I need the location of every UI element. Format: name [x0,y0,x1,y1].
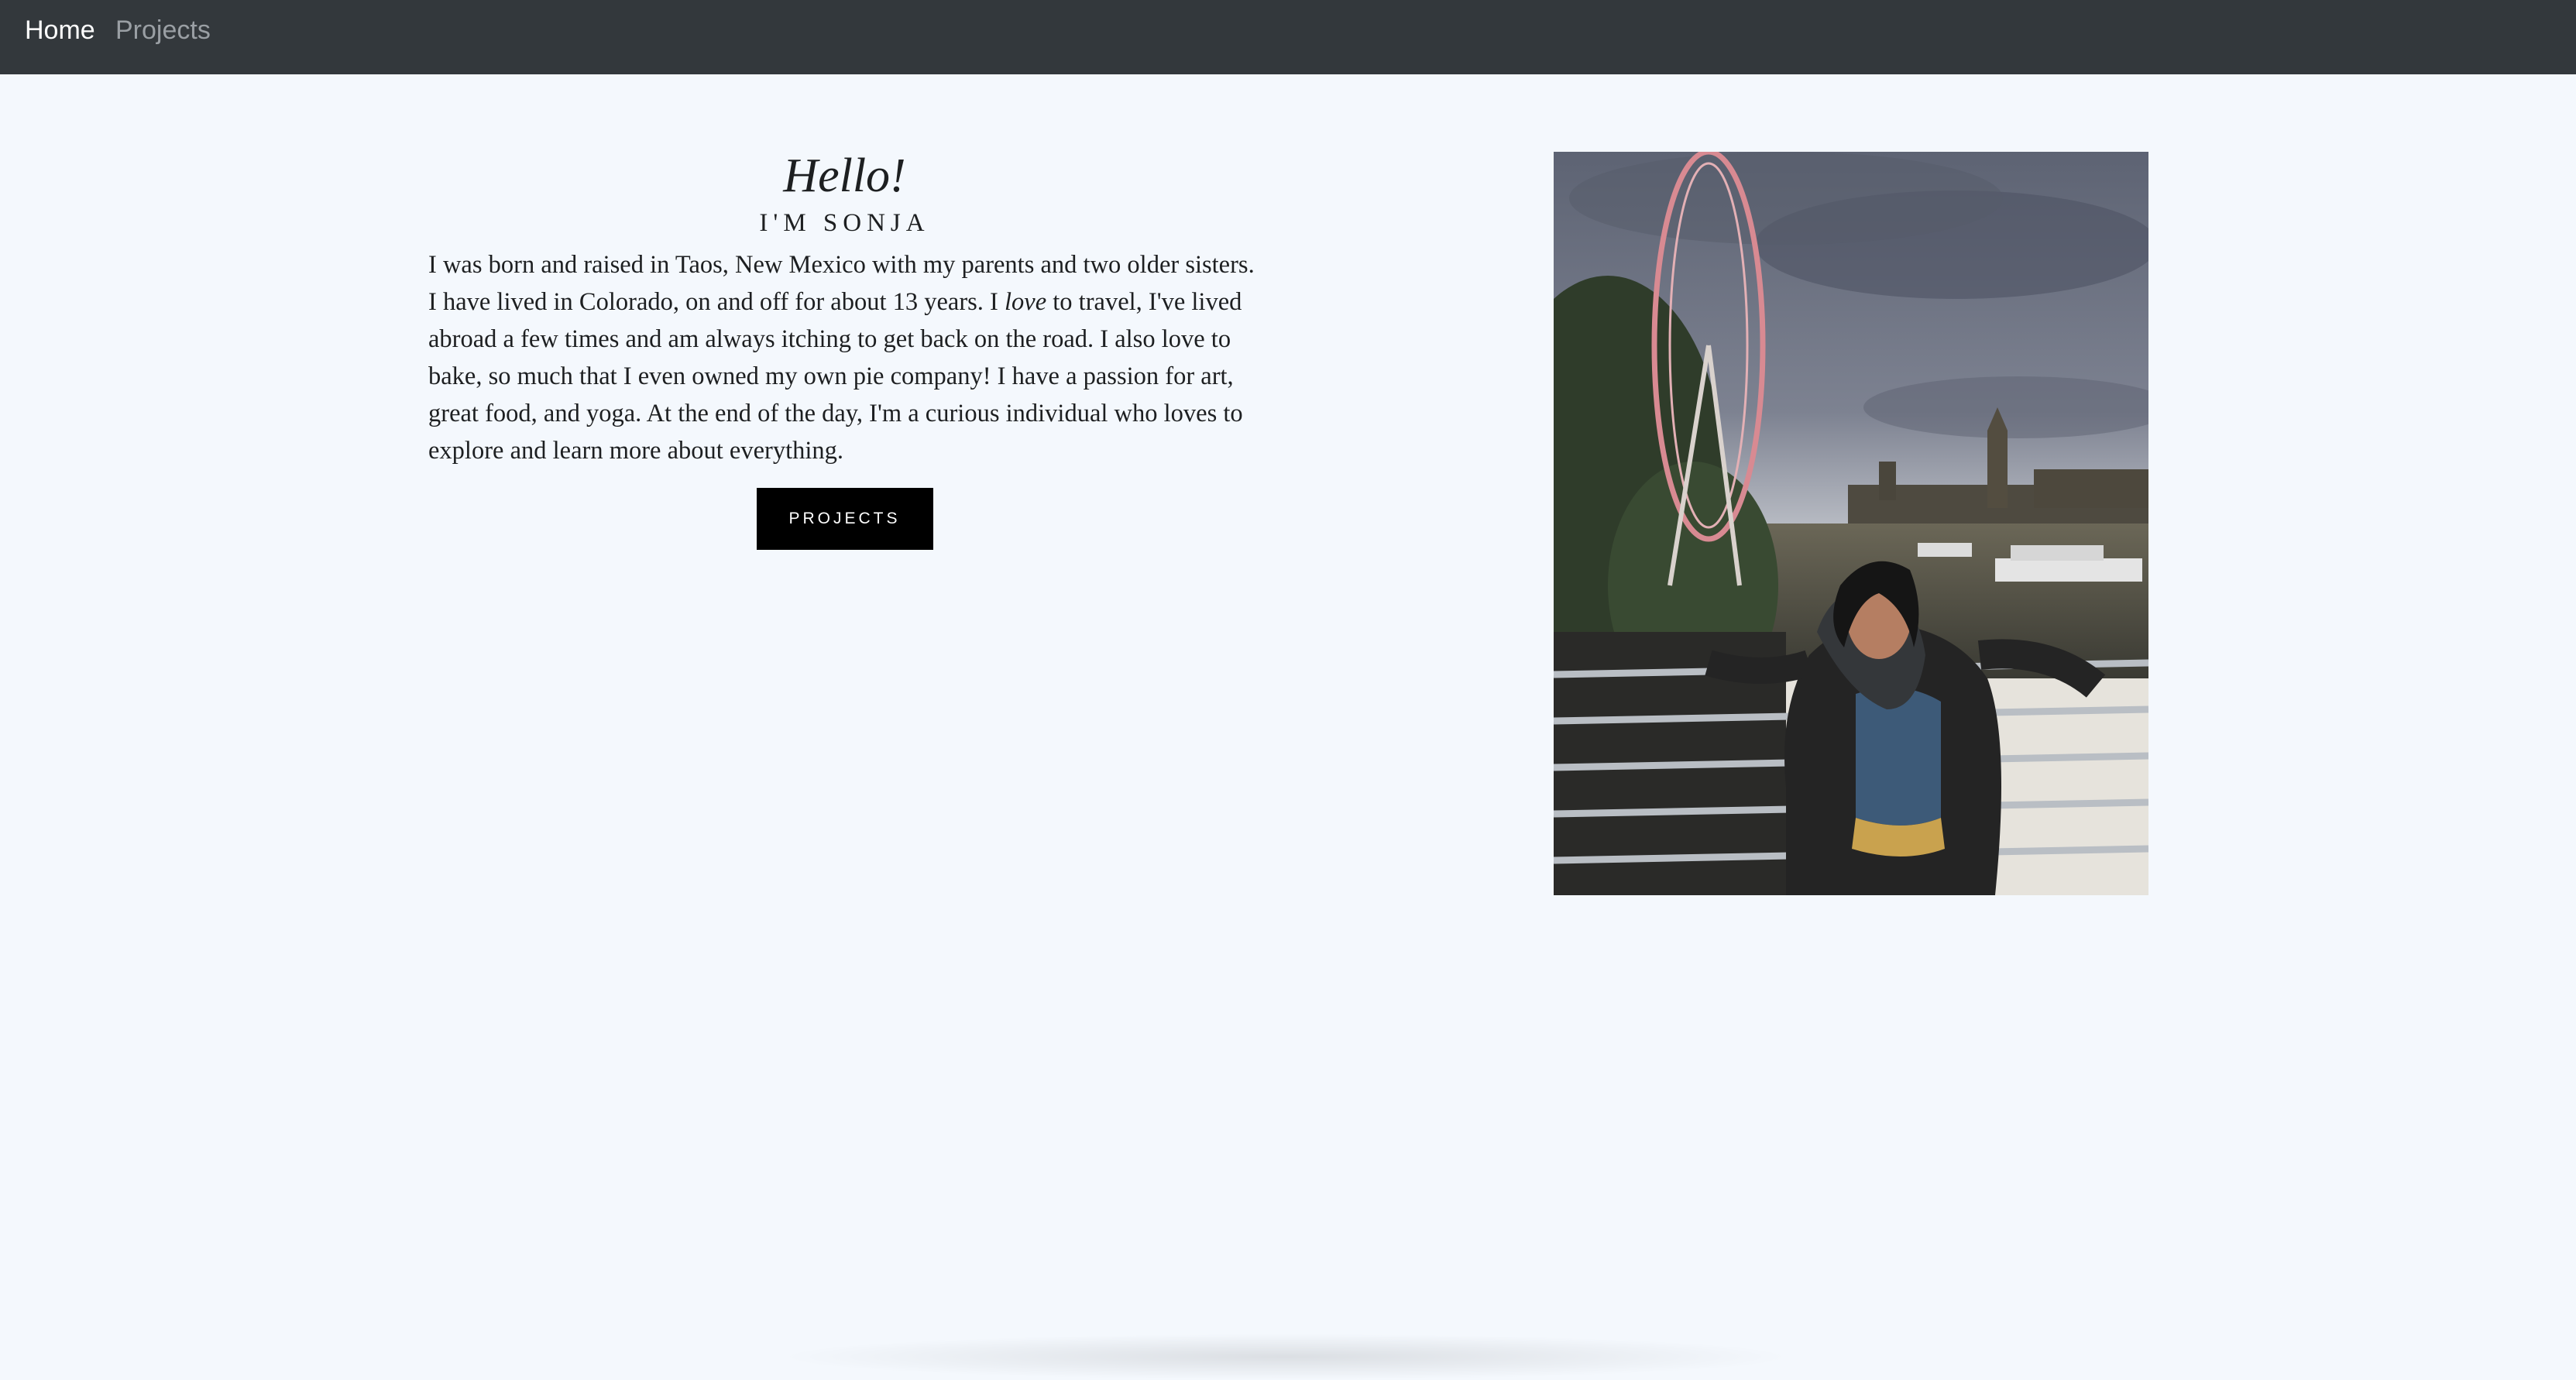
profile-photo-illustration [1554,152,2148,895]
profile-photo [1554,152,2148,895]
cta-wrapper: PROJECTS [428,488,1261,550]
bottom-shadow [775,1334,1797,1380]
bio-paragraph: I was born and raised in Taos, New Mexic… [428,246,1261,469]
projects-button[interactable]: PROJECTS [756,488,933,550]
nav-link-home[interactable]: Home [25,12,95,48]
top-navbar: Home Projects [0,0,2576,74]
nav-link-projects[interactable]: Projects [115,12,211,48]
page-subtitle: I'M SONJA [759,209,930,237]
bio-emphasis: love [1005,288,1047,316]
intro-section: Hello! I'M SONJA I was born and raised i… [428,146,1261,550]
page-title: Hello! [783,149,906,202]
